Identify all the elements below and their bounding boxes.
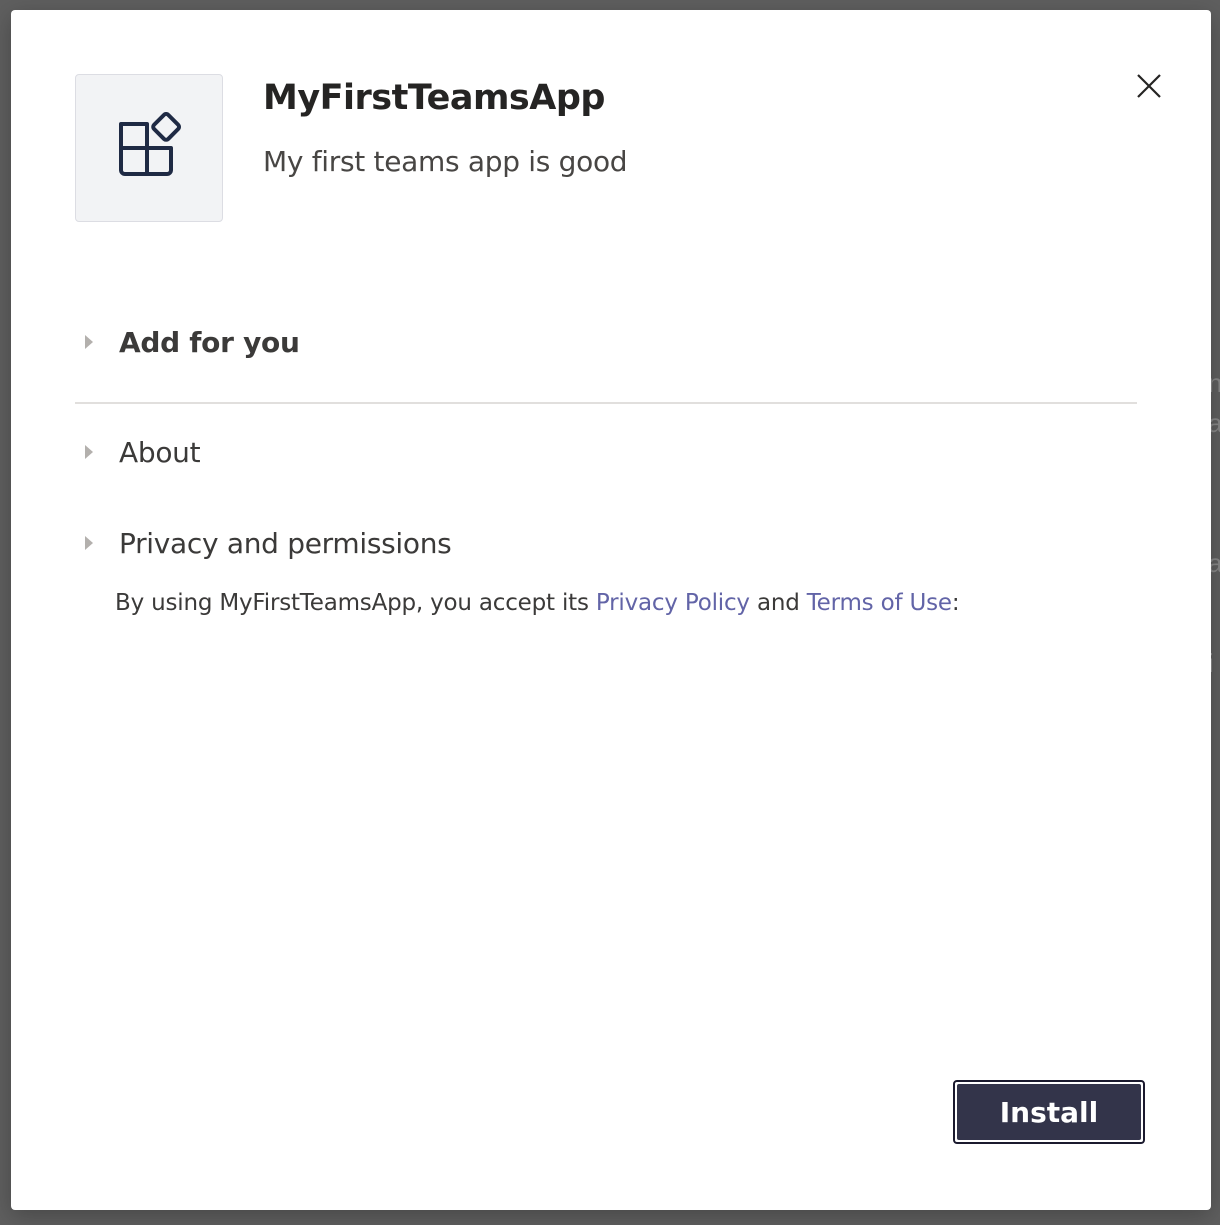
close-button[interactable] xyxy=(1129,66,1169,106)
terms-of-use-link[interactable]: Terms of Use xyxy=(807,590,952,616)
section-add-for-you[interactable]: Add for you xyxy=(75,320,1137,364)
chevron-right-icon xyxy=(75,443,119,461)
app-tile-icon xyxy=(119,112,182,176)
close-icon xyxy=(1137,74,1161,98)
app-icon-tile xyxy=(75,74,223,222)
chevron-right-icon xyxy=(75,333,119,351)
install-button[interactable]: Install xyxy=(953,1080,1145,1144)
consent-text: By using MyFirstTeamsApp, you accept its… xyxy=(115,590,960,616)
section-privacy-permissions[interactable]: Privacy and permissions xyxy=(75,521,1137,565)
install-button-label: Install xyxy=(957,1084,1141,1140)
chevron-right-icon xyxy=(75,534,119,552)
consent-prefix: By using MyFirstTeamsApp, you accept its xyxy=(115,590,596,616)
app-install-dialog: MyFirstTeamsApp My first teams app is go… xyxy=(11,10,1211,1210)
consent-suffix: : xyxy=(951,590,960,616)
privacy-policy-link[interactable]: Privacy Policy xyxy=(596,590,750,616)
section-about[interactable]: About xyxy=(75,430,1137,474)
section-label: Add for you xyxy=(119,325,300,359)
app-title: MyFirstTeamsApp xyxy=(263,78,605,118)
section-label: Privacy and permissions xyxy=(119,526,452,560)
consent-middle: and xyxy=(749,590,807,616)
section-label: About xyxy=(119,435,201,469)
app-description: My first teams app is good xyxy=(263,145,628,178)
section-divider xyxy=(75,402,1137,404)
